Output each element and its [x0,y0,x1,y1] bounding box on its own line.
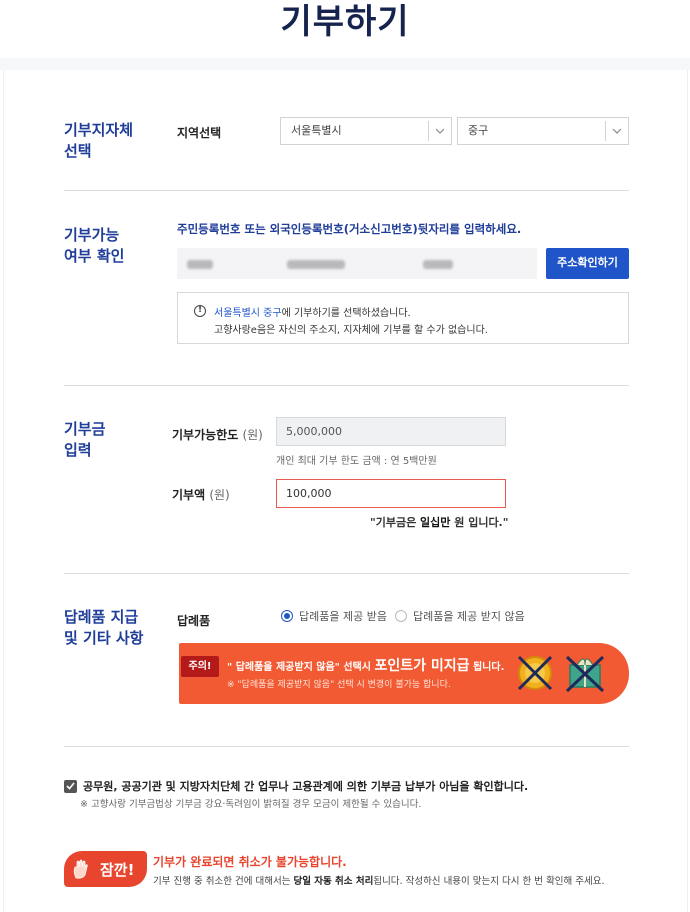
header-divider [0,58,690,70]
caution-sub-prefix: 기부 진행 중 취소한 건에 대해서는 [153,876,294,887]
limit-hint: 개인 최대 기부 한도 금액 : 연 5백만원 [276,456,437,467]
notice-line-1-suffix: 에 기부하기를 선택하셨습니다. [281,308,411,319]
section-title-region-text: 기부지자체 선택 [64,121,134,160]
coin-crossed-icon [517,655,553,691]
limit-label: 기부가능한도 (원) [172,426,263,443]
district-select-value: 중구 [468,124,489,137]
district-select[interactable]: 중구 [457,117,629,145]
section-divider [64,385,629,386]
page-title: 기부하기 [280,2,410,42]
rrn-instruction: 주민등록번호 또는 외국인등록번호(거소신고번호)뒷자리를 입력하세요. [177,222,522,236]
masked-value [187,260,213,269]
section-divider [64,573,629,574]
section-title-amount-text: 기부금 입력 [64,420,106,459]
warning-tag: 주의! [181,656,219,677]
donation-label: 기부액 (원) [172,486,230,503]
radio-unselected-icon [395,610,407,622]
confirm-checkbox-row[interactable]: 공무원, 공공기관 및 지방자치단체 간 업무나 고용관계에 의한 기부금 납부… [64,778,528,794]
confirm-text: 공무원, 공공기관 및 지방자치단체 간 업무나 고용관계에 의한 기부금 납부… [83,780,529,793]
section-title-eligibility-text: 기부가능 여부 확인 [64,226,125,265]
no-gift-warning-banner: 주의! " 답례품을 제공받지 않음" 선택시 포인트가 미지급 됩니다. ※ … [179,643,629,704]
province-select-value: 서울특별시 [291,124,342,137]
warning-line-1-suffix: 됩니다. [469,662,505,673]
limit-field: 5,000,000 [276,417,506,446]
hand-stop-icon [71,858,95,884]
warning-line-1-prefix: " 답례품을 제공받지 않음" 선택시 [227,662,375,673]
donation-amount-readout: "기부금은 일십만 원 입니다." [370,514,508,530]
info-icon: ! [194,305,206,317]
address-check-button[interactable]: 주소확인하기 [546,248,629,279]
readout-amount: 일십만 [420,516,451,529]
region-label: 지역선택 [177,126,222,140]
section-divider [64,746,629,747]
warning-emphasis: 포인트가 미지급 [374,658,470,674]
section-title-gift-text: 답례품 지급 및 기타 사항 [64,608,144,647]
confirm-subtext: ※ 고향사랑 기부금법상 기부금 강요·독려임이 밝혀질 경우 모금이 제한될 … [80,799,422,810]
caution-badge-text: 잠깐! [100,861,135,879]
region-notice-box: ! 서울특별시 중구에 기부하기를 선택하셨습니다. 고향사랑e음은 자신의 주… [177,292,629,344]
checkbox-checked-icon[interactable] [64,779,77,793]
section-title-region: 기부지자체 선택 [64,120,133,162]
limit-unit: (원) [242,428,263,442]
donation-unit: (원) [209,488,230,502]
donation-amount-input[interactable]: 100,000 [276,479,506,508]
rrn-input-3[interactable] [407,248,537,279]
notice-line-2: 고향사랑e음은 자신의 주소지, 지자체에 기부를 할 수가 없습니다. [214,325,488,336]
masked-value [423,260,453,269]
caution-sub-emphasis: 당일 자동 취소 처리 [293,876,374,887]
section-title-gift: 답례품 지급 및 기타 사항 [64,607,143,649]
caution-title: 기부가 완료되면 취소가 불가능합니다. [153,855,347,869]
masked-value [287,260,345,269]
radio-decline-gift[interactable]: 답례품을 제공 받지 않음 [395,608,525,624]
warning-line-2: ※ "답례품을 제공받지 않음" 선택 시 변경이 불가능 합니다. [227,680,451,690]
radio-decline-gift-label: 답례품을 제공 받지 않음 [413,610,525,623]
gift-label: 답례품 [177,614,211,628]
donation-label-text: 기부액 [172,488,206,502]
readout-prefix: "기부금은 [370,516,421,529]
caution-subtext: 기부 진행 중 취소한 건에 대해서는 당일 자동 취소 처리됩니다. 작성하신… [153,873,605,887]
warning-line-1: " 답례품을 제공받지 않음" 선택시 포인트가 미지급 됩니다. [227,655,504,675]
radio-selected-icon [281,610,293,622]
section-title-eligibility: 기부가능 여부 확인 [64,225,124,267]
section-divider [64,190,629,191]
chevron-down-icon [428,121,451,141]
province-select[interactable]: 서울특별시 [280,117,452,145]
rrn-input-1[interactable] [177,248,277,279]
section-title-amount: 기부금 입력 [64,419,105,461]
chevron-down-icon [605,121,628,141]
caution-badge: 잠깐! [64,851,147,887]
notice-line-1: 서울특별시 중구에 기부하기를 선택하셨습니다. [214,304,411,319]
no-points-illustration [515,651,611,699]
notice-region: 서울특별시 중구 [214,308,282,319]
limit-label-text: 기부가능한도 [172,428,239,442]
rrn-input-2[interactable] [277,248,407,279]
caution-sub-suffix: 됩니다. 작성하신 내용이 맞는지 다시 한 번 확인해 주세요. [373,876,605,887]
readout-suffix: 원 입니다." [450,516,509,529]
gift-crossed-icon [565,655,605,693]
radio-receive-gift-label: 답례품을 제공 받음 [299,610,387,623]
radio-receive-gift[interactable]: 답례품을 제공 받음 [281,608,387,624]
